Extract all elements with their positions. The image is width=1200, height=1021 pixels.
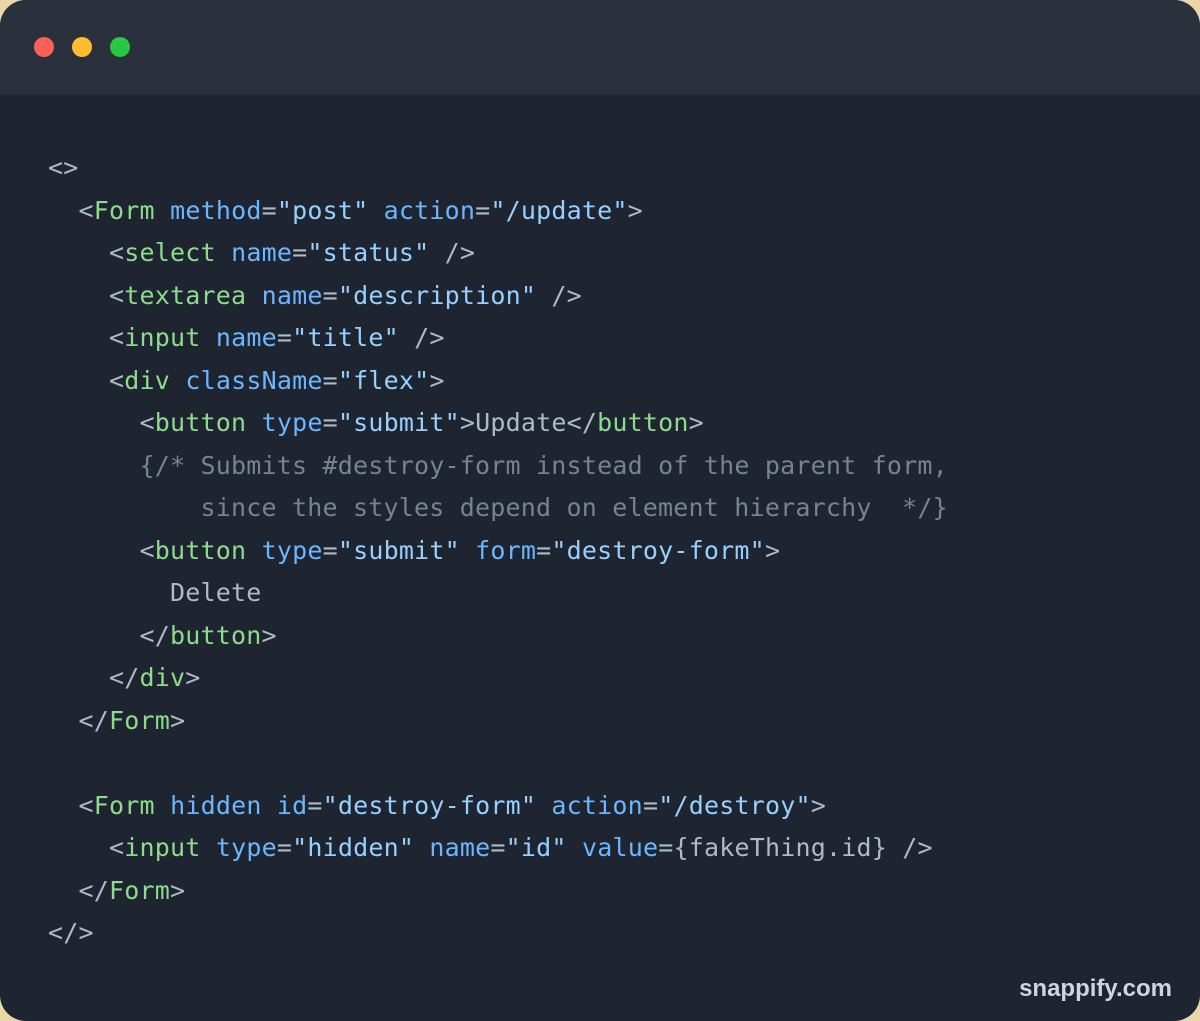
tag-button-delete: button (155, 536, 247, 565)
tag-textarea: textarea (124, 281, 246, 310)
comment: {/* Submits #destroy-form instead of the… (140, 451, 948, 480)
tag-form-open: Form (94, 196, 155, 225)
fragment-open: <> (48, 153, 79, 182)
minimize-icon[interactable] (72, 37, 92, 57)
tag-form-destroy: Form (94, 791, 155, 820)
fragment-close: </> (48, 918, 94, 947)
tag-select: select (124, 238, 216, 267)
window-titlebar (0, 0, 1200, 95)
maximize-icon[interactable] (110, 37, 130, 57)
tag-form-close: Form (109, 706, 170, 735)
watermark: snappify.com (1019, 975, 1172, 1003)
close-icon[interactable] (34, 37, 54, 57)
code-block: <> <Form method="post" action="/update">… (0, 95, 1200, 1021)
tag-input-title: input (124, 323, 200, 352)
tag-input-hidden: input (124, 833, 200, 862)
tag-div-flex: div (124, 366, 170, 395)
tag-button-update: button (155, 408, 247, 437)
code-window: <> <Form method="post" action="/update">… (0, 0, 1200, 1021)
